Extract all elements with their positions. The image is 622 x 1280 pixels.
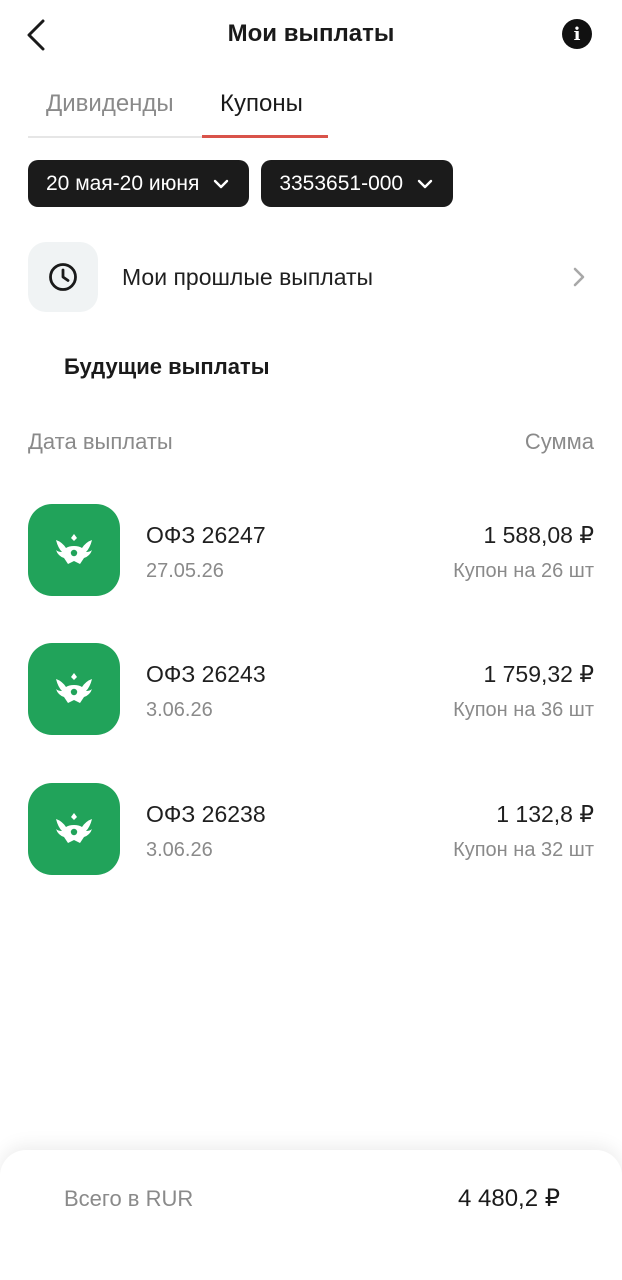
account-filter-label: 3353651-000 [279, 171, 404, 195]
page-title: Мои выплаты [227, 20, 395, 47]
payouts-screen: Мои выплаты i Дивиденды Купоны 20 мая-20… [0, 0, 622, 1280]
payment-row[interactable]: ОФЗ 26243 3.06.26 1 759,32 ₽ Купон на 36… [28, 643, 594, 735]
total-footer: Всего в RUR 4 480,2 ₽ [0, 1150, 622, 1280]
clock-icon [49, 263, 77, 291]
past-payouts-icon-tile [28, 242, 98, 312]
filter-chips: 20 мая-20 июня 3353651-000 [28, 160, 454, 207]
payment-date: 3.06.26 [146, 839, 213, 861]
chevron-down-icon [214, 179, 229, 188]
payment-row[interactable]: ОФЗ 26247 27.05.26 1 588,08 ₽ Купон на 2… [28, 504, 594, 596]
section-title: Будущие выплаты [64, 354, 270, 379]
tab-coupons[interactable]: Купоны [220, 90, 303, 118]
bond-issuer-logo [28, 783, 120, 875]
tab-bar: Дивиденды Купоны [28, 80, 328, 138]
bond-issuer-logo [28, 504, 120, 596]
payment-date: 27.05.26 [146, 560, 224, 582]
payment-date: 3.06.26 [146, 699, 213, 721]
eagle-emblem-icon [56, 813, 92, 843]
column-header-amount: Сумма [524, 429, 594, 454]
past-payouts-label: Мои прошлые выплаты [122, 263, 374, 290]
active-tab-indicator [202, 135, 328, 138]
eagle-emblem-icon [56, 534, 92, 564]
eagle-emblem-icon [56, 673, 92, 703]
coupon-quantity: Купон на 26 шт [453, 560, 594, 582]
app-header: Мои выплаты i [0, 0, 622, 70]
column-header-date: Дата выплаты [28, 429, 173, 454]
coupon-quantity: Купон на 32 шт [453, 839, 594, 861]
bond-issuer-logo [28, 643, 120, 735]
info-icon[interactable]: i [562, 19, 592, 49]
bond-name: ОФЗ 26247 [146, 522, 266, 548]
period-filter-label: 20 мая-20 июня [46, 171, 200, 195]
account-filter[interactable]: 3353651-000 [261, 160, 454, 207]
total-value: 4 480,2 ₽ [457, 1185, 560, 1212]
payment-row[interactable]: ОФЗ 26238 3.06.26 1 132,8 ₽ Купон на 32 … [28, 783, 594, 875]
bond-name: ОФЗ 26243 [146, 661, 266, 687]
coupon-quantity: Купон на 36 шт [453, 699, 594, 721]
payment-amount: 1 759,32 ₽ [483, 661, 594, 687]
total-label: Всего в RUR [64, 1186, 194, 1211]
payment-amount: 1 132,8 ₽ [496, 801, 594, 827]
chevron-right-icon [573, 267, 585, 287]
period-filter[interactable]: 20 мая-20 июня [28, 160, 250, 207]
payment-amount: 1 588,08 ₽ [483, 522, 594, 548]
bond-name: ОФЗ 26238 [146, 801, 266, 827]
past-payouts-link[interactable]: Мои прошлые выплаты [28, 242, 594, 312]
chevron-down-icon [417, 179, 433, 188]
tab-dividends[interactable]: Дивиденды [46, 90, 174, 118]
